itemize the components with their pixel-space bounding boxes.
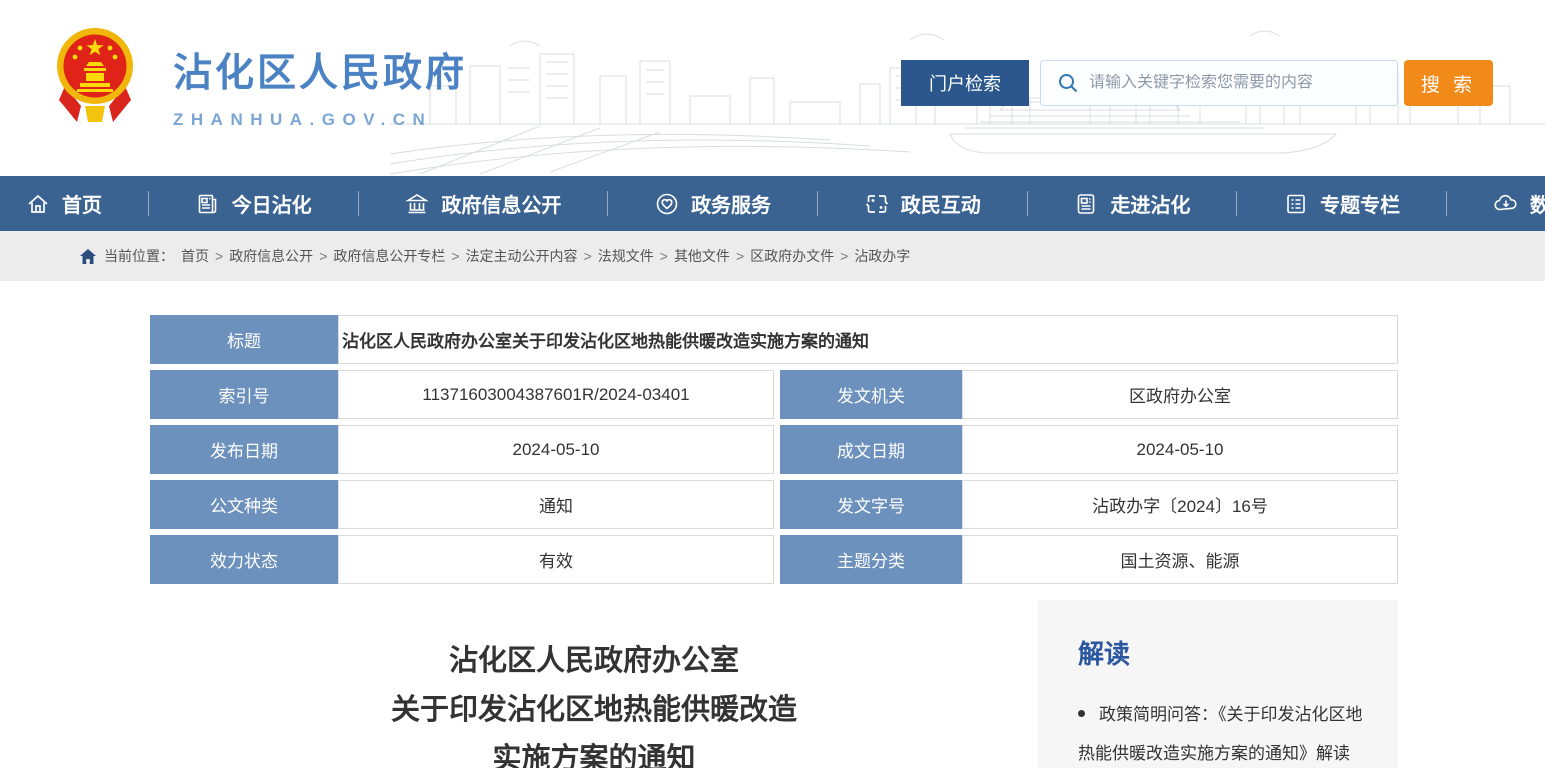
breadcrumb: 当前位置： 首页 > 政府信息公开 > 政府信息公开专栏 > 法定主动公开内容 …: [0, 231, 1545, 281]
interaction-chat-icon: [864, 191, 890, 217]
home-icon: [25, 191, 51, 217]
breadcrumb-separator: >: [584, 248, 592, 264]
breadcrumb-link[interactable]: 区政府办文件: [750, 246, 834, 266]
document-title: 沾化区人民政府办公室 关于印发沾化区地热能供暖改造 实施方案的通知: [150, 637, 1038, 768]
national-emblem-icon: [55, 22, 135, 128]
page: 沾化区人民政府 ZHANHUA.GOV.CN 门户检索 搜 索: [0, 0, 1545, 768]
site-logo[interactable]: 沾化区人民政府 ZHANHUA.GOV.CN: [55, 22, 515, 130]
nav-label: 政府信息公开: [441, 189, 561, 218]
site-name: 沾化区人民政府: [173, 42, 467, 98]
nav-item-today[interactable]: 今日沾化: [195, 189, 312, 218]
nav-item-home[interactable]: 首页: [25, 189, 102, 218]
breadcrumb-separator: >: [660, 248, 668, 264]
nav-label: 专题专栏: [1320, 189, 1400, 218]
meta-label-subject-category: 主题分类: [780, 535, 962, 584]
service-heart-icon: [654, 191, 680, 217]
nav-label: 走进沾化: [1110, 189, 1190, 218]
main-nav: 首页 今日沾化 政府信息公开: [0, 176, 1545, 231]
search-input[interactable]: [1089, 74, 1369, 92]
nav-divider: [1236, 191, 1237, 216]
meta-label-document-type: 公文种类: [150, 480, 338, 529]
document-title-line: 沾化区人民政府办公室: [150, 637, 1038, 686]
meta-label-validity-status: 效力状态: [150, 535, 338, 584]
breadcrumb-link[interactable]: 法规文件: [598, 246, 654, 266]
nav-divider: [817, 191, 818, 216]
meta-value-document-type: 通知: [338, 480, 774, 529]
breadcrumb-link[interactable]: 其他文件: [674, 246, 730, 266]
breadcrumb-link[interactable]: 政府信息公开专栏: [333, 246, 445, 266]
site-domain: ZHANHUA.GOV.CN: [173, 110, 467, 130]
nav-label: 数据开放: [1530, 189, 1545, 218]
table-row: 索引号 11371603004387601R/2024-03401 发文机关 区…: [150, 370, 1398, 419]
breadcrumb-link[interactable]: 首页: [181, 246, 209, 266]
search-box: [1040, 60, 1398, 106]
nav-divider: [607, 191, 608, 216]
nav-label: 政务服务: [691, 189, 771, 218]
breadcrumb-link[interactable]: 沾政办字: [854, 246, 910, 266]
breadcrumb-separator: >: [215, 248, 223, 264]
interpretation-link-text: 政策简明问答：《关于印发沾化区地热能供暖改造实施方案的通知》解读: [1078, 705, 1363, 763]
meta-label-issuing-agency: 发文机关: [780, 370, 962, 419]
portal-search-button[interactable]: 门户检索: [901, 60, 1029, 106]
table-row: 效力状态 有效 主题分类 国土资源、能源: [150, 535, 1398, 584]
breadcrumb-separator: >: [451, 248, 459, 264]
nav-item-interaction[interactable]: 政民互动: [864, 189, 981, 218]
breadcrumb-home-icon: [80, 249, 96, 264]
meta-value-subject-category: 国土资源、能源: [962, 535, 1398, 584]
nav-item-gov-info[interactable]: 政府信息公开: [404, 189, 561, 218]
document-title-line: 实施方案的通知: [150, 735, 1038, 768]
cloud-download-icon: [1493, 191, 1519, 217]
breadcrumb-separator: >: [840, 248, 848, 264]
meta-label-title: 标题: [150, 315, 338, 364]
breadcrumb-separator: >: [319, 248, 327, 264]
breadcrumb-link[interactable]: 法定主动公开内容: [466, 246, 578, 266]
document-icon: [1073, 191, 1099, 217]
interpretation-panel: 解读 政策简明问答：《关于印发沾化区地热能供暖改造实施方案的通知》解读: [1038, 600, 1398, 768]
meta-label-document-number: 发文字号: [780, 480, 962, 529]
nav-item-open-data[interactable]: 数据开放: [1493, 189, 1545, 218]
table-row: 发布日期 2024-05-10 成文日期 2024-05-10: [150, 425, 1398, 474]
nav-divider: [1446, 191, 1447, 216]
newspaper-icon: [195, 191, 221, 217]
government-building-icon: [404, 191, 430, 217]
site-title-block: 沾化区人民政府 ZHANHUA.GOV.CN: [173, 22, 467, 130]
nav-divider: [1027, 191, 1028, 216]
meta-value-issuing-agency: 区政府办公室: [962, 370, 1398, 419]
breadcrumb-prefix: 当前位置：: [104, 246, 174, 266]
meta-value-title: 沾化区人民政府办公室关于印发沾化区地热能供暖改造实施方案的通知: [338, 315, 1398, 364]
meta-value-document-number: 沾政办字〔2024〕16号: [962, 480, 1398, 529]
breadcrumb-separator: >: [736, 248, 744, 264]
meta-value-publish-date: 2024-05-10: [338, 425, 774, 474]
interpretation-heading: 解读: [1078, 634, 1370, 671]
bullet-icon: [1078, 710, 1085, 717]
interpretation-link[interactable]: 政策简明问答：《关于印发沾化区地热能供暖改造实施方案的通知》解读: [1078, 695, 1370, 768]
nav-item-about[interactable]: 走进沾化: [1073, 189, 1190, 218]
search-submit-button[interactable]: 搜 索: [1404, 60, 1493, 106]
meta-value-validity-status: 有效: [338, 535, 774, 584]
meta-label-written-date: 成文日期: [780, 425, 962, 474]
nav-divider: [148, 191, 149, 216]
search-icon: [1057, 72, 1079, 94]
document-title-line: 关于印发沾化区地热能供暖改造: [150, 686, 1038, 735]
table-row: 标题 沾化区人民政府办公室关于印发沾化区地热能供暖改造实施方案的通知: [150, 315, 1398, 364]
nav-label: 今日沾化: [232, 189, 312, 218]
breadcrumb-link[interactable]: 政府信息公开: [229, 246, 313, 266]
meta-value-written-date: 2024-05-10: [962, 425, 1398, 474]
list-icon: [1283, 191, 1309, 217]
nav-divider: [358, 191, 359, 216]
meta-label-publish-date: 发布日期: [150, 425, 338, 474]
nav-item-special-topics[interactable]: 专题专栏: [1283, 189, 1400, 218]
meta-value-index-number: 11371603004387601R/2024-03401: [338, 370, 774, 419]
table-row: 公文种类 通知 发文字号 沾政办字〔2024〕16号: [150, 480, 1398, 529]
nav-label: 政民互动: [901, 189, 981, 218]
document-meta-table: 标题 沾化区人民政府办公室关于印发沾化区地热能供暖改造实施方案的通知 索引号 1…: [150, 315, 1398, 590]
nav-item-services[interactable]: 政务服务: [654, 189, 771, 218]
site-header: 沾化区人民政府 ZHANHUA.GOV.CN 门户检索 搜 索: [0, 0, 1545, 176]
nav-label: 首页: [62, 189, 102, 218]
meta-label-index-number: 索引号: [150, 370, 338, 419]
